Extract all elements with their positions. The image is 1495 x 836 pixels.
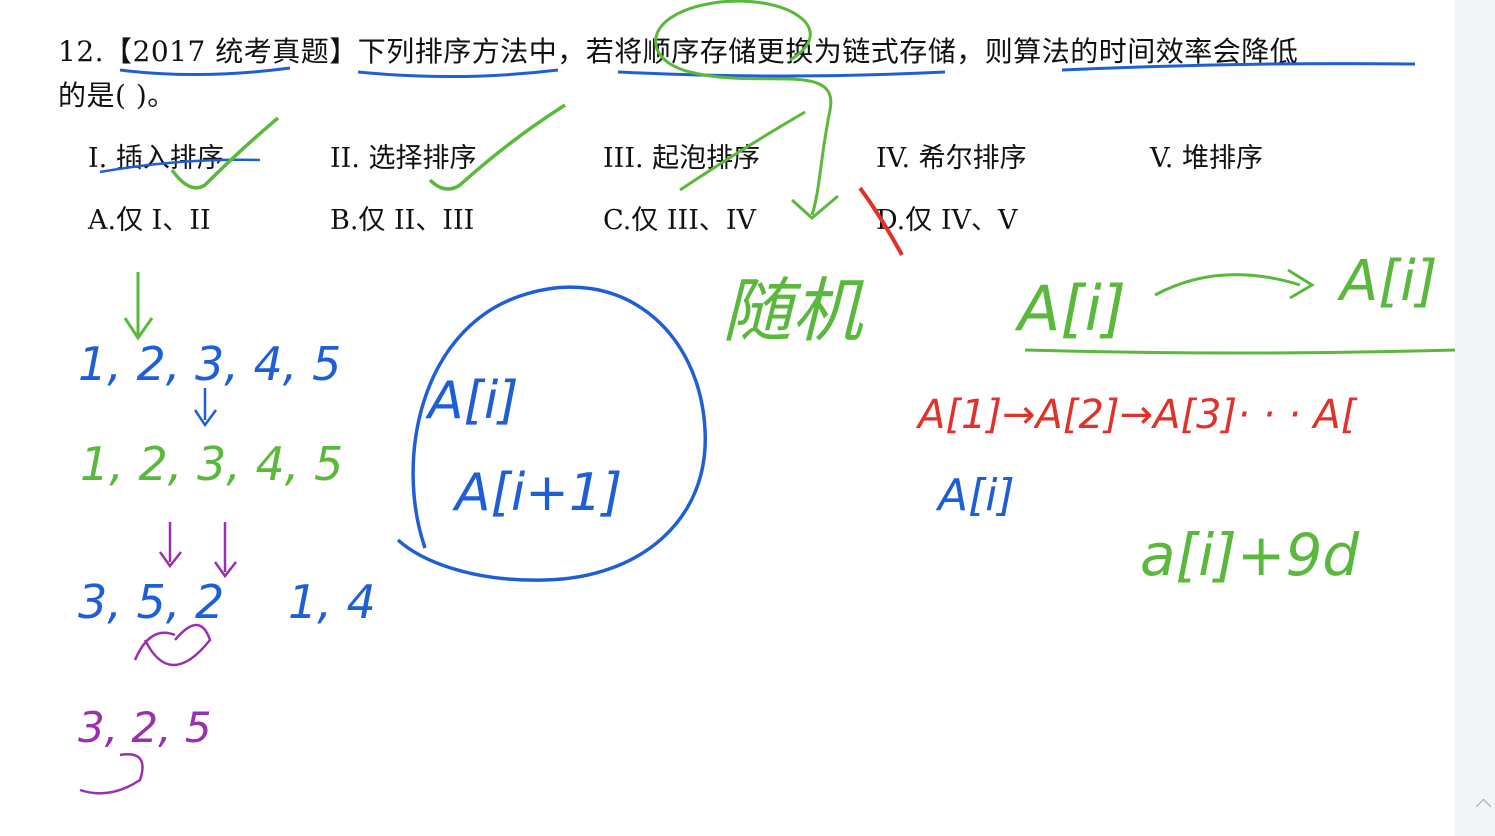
question-line-2: 的是( )。 xyxy=(58,79,176,112)
a-i-left: A[i] xyxy=(1014,272,1126,345)
item-insertion-sort: I. 插入排序 xyxy=(88,143,224,174)
green-divider xyxy=(1024,348,1456,355)
circle-a-i: A[i] xyxy=(425,371,519,431)
adjacent-circle xyxy=(396,285,707,582)
green-down-arrowhead xyxy=(123,317,154,341)
purple-swap-loop-3 xyxy=(79,753,144,795)
option-b[interactable]: B.仅 II、III xyxy=(330,198,474,237)
circle-a-i-plus-1: A[i+1] xyxy=(452,463,622,523)
purple-swap-loop-2 xyxy=(133,631,176,661)
purple-arrowhead-1 xyxy=(158,551,182,569)
item-heap-sort: V. 堆排序 xyxy=(1150,143,1263,174)
vertical-scrollbar[interactable] xyxy=(1455,0,1495,836)
purple-swap-loop-1 xyxy=(143,623,212,667)
purple-arrowhead-2 xyxy=(213,561,237,579)
a-i-right: A[i] xyxy=(1337,249,1438,314)
green-arrowhead xyxy=(790,194,839,220)
underline-storage xyxy=(617,70,946,78)
blue-down-arrowhead xyxy=(193,409,218,428)
jump-arrow-line xyxy=(1154,273,1301,297)
document-page: 12.【2017 统考真题】下列排序方法中，若将顺序存储更换为链式存储，则算法的… xyxy=(0,0,1495,836)
sequence-4: 3, 2, 5 xyxy=(78,703,212,752)
question-line-1: 12.【2017 统考真题】下列排序方法中，若将顺序存储更换为链式存储，则算法的… xyxy=(58,35,1299,68)
item-selection-sort: II. 选择排序 xyxy=(330,143,477,174)
a-i-blue: A[i] xyxy=(935,470,1015,521)
jump-arrowhead xyxy=(1287,268,1315,300)
item-shell-sort: IV. 希尔排序 xyxy=(876,143,1027,174)
sequence-3a: 3, 5, 2 xyxy=(78,575,224,629)
handwriting-layer: 随机 A[i] A[i] A[1]→A[2]→A[3]· · · A[ A[i]… xyxy=(78,0,1456,795)
sequence-1: 1, 2, 3, 4, 5 xyxy=(78,337,341,391)
item-bubble-sort: III. 起泡排序 xyxy=(603,143,761,174)
address-formula: a[i]+9d xyxy=(1140,521,1360,589)
option-a[interactable]: A.仅 I、II xyxy=(88,198,211,237)
scroll-up-icon[interactable] xyxy=(1475,798,1492,815)
option-c[interactable]: C.仅 III、IV xyxy=(603,198,756,237)
sequence-3b: 1, 4 xyxy=(288,575,376,629)
option-d[interactable]: D.仅 IV、V xyxy=(876,198,1018,237)
random-label: 随机 xyxy=(722,270,865,352)
underline-sort-methods xyxy=(357,68,559,79)
linked-chain: A[1]→A[2]→A[3]· · · A[ xyxy=(915,392,1358,438)
sequence-2: 1, 2, 3, 4, 5 xyxy=(80,437,343,491)
